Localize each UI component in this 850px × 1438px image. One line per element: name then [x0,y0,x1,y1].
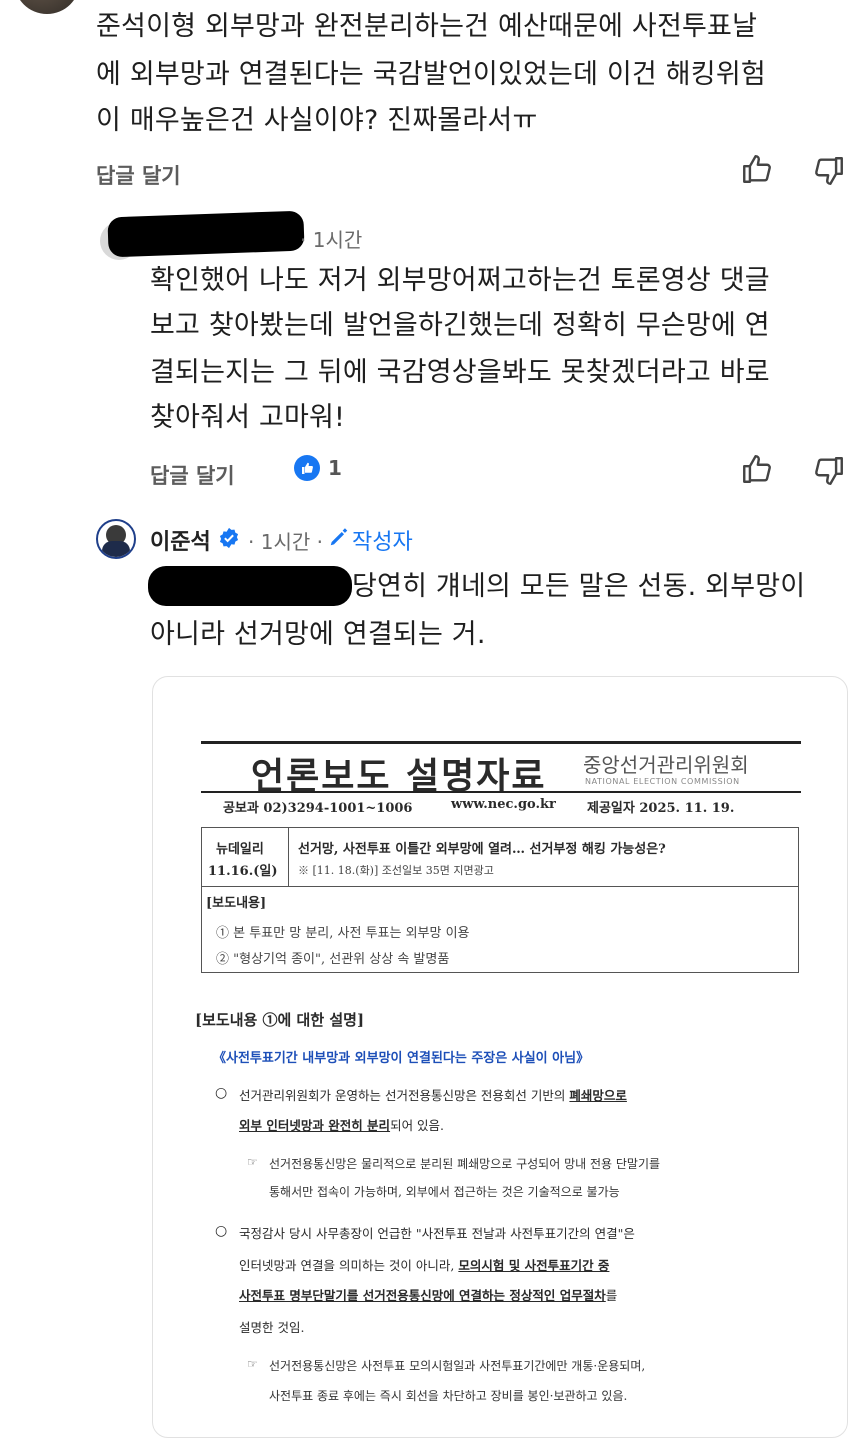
report-item: ② "형상기억 종이", 선관위 상상 속 발명품 [216,952,450,967]
emphasis-text: 외부 인터넷망과 완전히 분리 [239,1118,391,1133]
summary-box: 뉴데일리 11.16.(일) 선거망, 사전투표 이틀간 외부망에 열려… 선거… [201,827,799,973]
redacted-mention [148,566,352,606]
thumbs-up-icon[interactable] [740,152,774,186]
source-date: 11.16.(일) [208,864,278,879]
paragraph-sub-line: 통해서만 접속이 가능하며, 외부에서 접근하는 것은 기술적으로 불가능 [269,1185,620,1199]
author-avatar[interactable] [96,519,136,559]
paragraph-sub-line: 선거전용통신망은 사전투표 모의시험일과 사전투표기간에만 개통·운용되며, [269,1359,646,1373]
comment-text-line: 준석이형 외부망과 완전분리하는건 예산때문에 사전투표날 [96,11,758,42]
paragraph-text: 를 [605,1288,618,1303]
website: www.nec.go.kr [451,797,556,812]
bullet-circle: ○ [215,1223,228,1239]
author-name[interactable]: 이준석 [150,524,211,556]
org-name: 중앙선거관리위원회 [583,753,749,777]
paragraph-line: 설명한 것임. [239,1320,305,1335]
redacted-username [107,210,305,258]
org-name-en: NATIONAL ELECTION COMMISSION [585,777,740,786]
paragraph-sub-line: 선거전용통신망은 물리적으로 분리된 폐쇄망으로 구성되어 망내 전용 단말기를 [269,1157,661,1171]
comment-text-line: 보고 찾아봤는데 발언을하긴했는데 정확히 무슨망에 연 [150,310,770,341]
reply-button[interactable]: 답글 달기 [150,460,235,490]
paragraph-text: 선거관리위원회가 운영하는 선거전용통신망은 전용회선 기반의 [239,1088,566,1103]
paragraph-line: 인터넷망과 연결을 의미하는 것이 아니라, 모의시험 및 사전투표기간 중 [239,1255,609,1274]
paragraph-line: 선거관리위원회가 운영하는 선거전용통신망은 전용회선 기반의 폐쇄망으로 [239,1085,627,1104]
comment-text-line: 찾아줘서 고마워! [150,402,346,433]
press-release-document: 언론보도 설명자료 중앙선거관리위원회 NATIONAL ELECTION CO… [153,677,847,1437]
reply-button[interactable]: 답글 달기 [96,160,181,190]
arrow-bullet: ☞ [247,1357,258,1371]
article-note: ※ [11. 18.(화)] 조선일보 35면 지면광고 [298,864,494,877]
paragraph-text: 되어 있음. [390,1118,445,1133]
source-outlet: 뉴데일리 [216,842,264,857]
emphasis-text: 사전투표 명부단말기를 선거전용통신망에 연결하는 정상적인 업무절차 [239,1288,606,1303]
report-content-label: [보도내용] [206,896,267,911]
divider [201,741,801,744]
like-reaction-icon [294,455,320,481]
divider [201,791,801,793]
pencil-icon [330,528,348,546]
author-badge: 작성자 [352,530,413,555]
article-headline: 선거망, 사전투표 이틀간 외부망에 열려… 선거부정 해킹 가능성은? [298,842,666,857]
arrow-bullet: ☞ [247,1155,258,1169]
comment-text-line: 당연히 걔네의 모든 말은 선동. 외부망이 [352,571,806,602]
comment-time: · 1시간 [300,228,363,252]
report-item: ① 본 투표만 망 분리, 사전 투표는 외부망 이용 [216,926,470,941]
commenter-avatar[interactable] [14,0,80,14]
paragraph-line: 사전투표 명부단말기를 선거전용통신망에 연결하는 정상적인 업무절차를 [239,1285,617,1304]
paragraph-line: 국정감사 당시 사무총장이 언급한 "사전투표 전날과 사전투표기간의 연결"은 [239,1226,635,1241]
emphasis-text: 모의시험 및 사전투표기간 중 [458,1258,610,1273]
emphasis-text: 폐쇄망으로 [569,1088,627,1103]
explanation-heading: [보도내용 ①에 대한 설명] [195,1011,365,1029]
thumbs-down-icon[interactable] [812,454,846,488]
claim-statement: 《사전투표기간 내부망과 외부망이 연결된다는 주장은 사실이 아님》 [213,1051,590,1066]
contact-info: 공보과 02)3294-1001~1006 [223,801,413,816]
comment-time: · 1시간 · [248,530,323,554]
paragraph-line: 외부 인터넷망과 완전히 분리되어 있음. [239,1115,444,1134]
avatar-photo-body [102,541,130,557]
verified-badge-icon [219,527,239,549]
comment-text-line: 에 외부망과 연결된다는 국감발언이있었는데 이건 해킹위험 [96,59,766,90]
thumbs-down-icon[interactable] [812,154,846,188]
summary-box-column-divider [288,828,289,886]
summary-box-header-divider [202,886,798,887]
issue-date: 제공일자 2025. 11. 19. [587,801,735,816]
attached-image[interactable]: 언론보도 설명자료 중앙선거관리위원회 NATIONAL ELECTION CO… [152,676,848,1438]
comment-text-line: 아니라 선거망에 연결되는 거. [150,619,486,650]
like-reaction[interactable]: 1 [294,454,354,484]
comment-text-line: 결되는지는 그 뒤에 국감영상을봐도 못찾겠더라고 바로 [150,357,770,388]
paragraph-text: 인터넷망과 연결을 의미하는 것이 아니라, [239,1258,455,1273]
bullet-circle: ○ [215,1085,228,1101]
comment-text-line: 이 매우높은건 사실이야? 진짜몰라서ㅠ [96,105,538,136]
thumbs-up-icon[interactable] [740,452,774,486]
like-count: 1 [328,456,342,480]
paragraph-sub-line: 사전투표 종료 후에는 즉시 회선을 차단하고 장비를 봉인·보관하고 있음. [269,1389,628,1403]
comment-text-line: 확인했어 나도 저거 외부망어쩌고하는건 토론영상 댓글 [150,265,770,296]
